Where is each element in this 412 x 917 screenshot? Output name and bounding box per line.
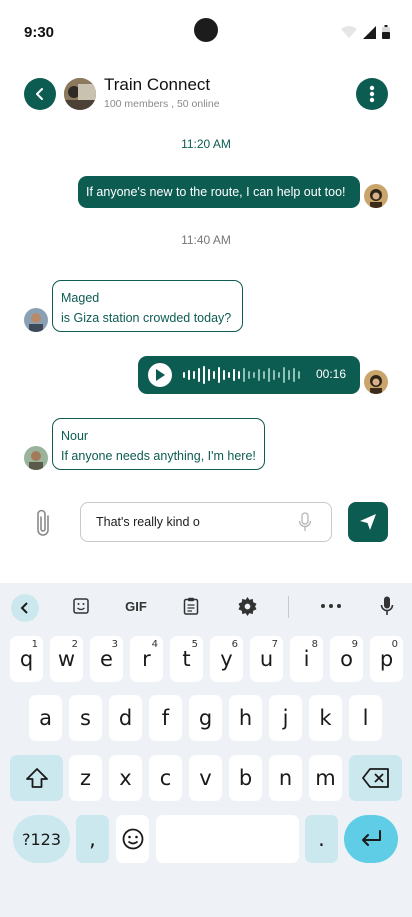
send-icon — [360, 514, 376, 530]
shift-icon — [25, 768, 48, 788]
gif-button[interactable]: GIF — [120, 595, 152, 617]
more-horiz-icon — [321, 604, 341, 608]
comma-key[interactable]: , — [76, 815, 109, 863]
backspace-key[interactable] — [349, 755, 402, 801]
my-avatar — [364, 184, 388, 208]
sender-avatar-maged[interactable] — [24, 308, 48, 332]
key-c[interactable]: c — [149, 755, 182, 801]
key-e[interactable]: e3 — [90, 636, 123, 682]
key-q[interactable]: q1 — [10, 636, 43, 682]
key-p[interactable]: p0 — [370, 636, 403, 682]
chat-subtitle: 100 members , 50 online — [104, 98, 220, 110]
back-button[interactable] — [24, 78, 56, 110]
mic-icon — [298, 512, 312, 531]
attach-button[interactable] — [32, 508, 54, 543]
incoming-message[interactable]: Nour If anyone needs anything, I'm here! — [52, 418, 265, 470]
mic-icon — [380, 596, 394, 615]
key-d[interactable]: d — [109, 695, 142, 741]
key-h[interactable]: h — [229, 695, 262, 741]
key-i[interactable]: i8 — [290, 636, 323, 682]
send-button[interactable] — [348, 502, 388, 542]
key-z[interactable]: z — [69, 755, 102, 801]
group-avatar[interactable] — [64, 78, 96, 110]
key-o[interactable]: o9 — [330, 636, 363, 682]
key-m[interactable]: m — [309, 755, 342, 801]
key-b[interactable]: b — [229, 755, 262, 801]
more-vert-icon — [369, 85, 375, 103]
key-u[interactable]: u7 — [250, 636, 283, 682]
symbols-key[interactable]: ?123 — [13, 815, 70, 863]
sender-name: Maged — [61, 291, 100, 305]
key-y[interactable]: y6 — [210, 636, 243, 682]
battery-icon — [382, 25, 390, 39]
voice-duration: 00:16 — [315, 367, 346, 381]
keyboard — [0, 583, 412, 917]
gear-icon — [237, 596, 257, 616]
sticker-icon — [73, 598, 89, 614]
status-time: 9:30 — [24, 24, 55, 41]
key-l[interactable]: l — [349, 695, 382, 741]
timestamp: 11:40 AM — [181, 233, 231, 247]
key-v[interactable]: v — [189, 755, 222, 801]
outgoing-message[interactable]: If anyone's new to the route, I can help… — [78, 176, 360, 208]
key-t[interactable]: t5 — [170, 636, 203, 682]
keyboard-collapse-button[interactable] — [11, 594, 39, 622]
emoji-key[interactable] — [116, 815, 149, 863]
key-k[interactable]: k — [309, 695, 342, 741]
toolbar-divider — [288, 596, 289, 618]
keyboard-toolbar: GIF — [0, 583, 412, 629]
attach-icon — [37, 509, 49, 536]
space-key[interactable] — [156, 815, 299, 863]
play-button[interactable] — [148, 363, 172, 387]
waveform — [183, 366, 300, 384]
key-w[interactable]: w2 — [50, 636, 83, 682]
signal-icon — [363, 25, 376, 39]
key-g[interactable]: g — [189, 695, 222, 741]
emoji-icon — [122, 828, 143, 850]
message-text: is Giza station crowded today? — [61, 311, 232, 325]
key-j[interactable]: j — [269, 695, 302, 741]
shift-key[interactable] — [10, 755, 63, 801]
my-avatar — [364, 370, 388, 394]
settings-button[interactable] — [236, 595, 258, 617]
voice-record-button[interactable] — [298, 512, 312, 537]
message-text: If anyone needs anything, I'm here! — [61, 449, 256, 463]
more-options-button[interactable] — [356, 78, 388, 110]
clipboard-button[interactable] — [180, 595, 202, 617]
key-a[interactable]: a — [29, 695, 62, 741]
sticker-button[interactable] — [70, 595, 92, 617]
voice-message[interactable]: 00:16 — [138, 356, 360, 394]
back-arrow-icon — [36, 88, 43, 100]
sender-avatar-nour[interactable] — [24, 446, 48, 470]
period-key[interactable]: . — [305, 815, 338, 863]
chevron-left-icon — [20, 602, 28, 614]
key-f[interactable]: f — [149, 695, 182, 741]
status-icons — [341, 25, 390, 39]
voice-input-button[interactable] — [378, 595, 396, 617]
enter-key[interactable] — [344, 815, 398, 863]
timestamp: 11:20 AM — [181, 137, 231, 151]
key-n[interactable]: n — [269, 755, 302, 801]
message-input[interactable]: That's really kind o — [80, 502, 332, 542]
wifi-icon — [341, 26, 357, 38]
chat-title: Train Connect — [104, 75, 211, 94]
clipboard-icon — [183, 597, 199, 615]
play-icon — [156, 369, 165, 381]
key-x[interactable]: x — [109, 755, 142, 801]
enter-icon — [362, 830, 381, 846]
backspace-icon — [361, 768, 389, 788]
incoming-message[interactable]: Maged is Giza station crowded today? — [52, 280, 243, 332]
sender-name: Nour — [61, 429, 89, 443]
more-tools-button[interactable] — [318, 595, 344, 617]
key-s[interactable]: s — [69, 695, 102, 741]
camera-cutout — [194, 18, 218, 42]
key-r[interactable]: r4 — [130, 636, 163, 682]
